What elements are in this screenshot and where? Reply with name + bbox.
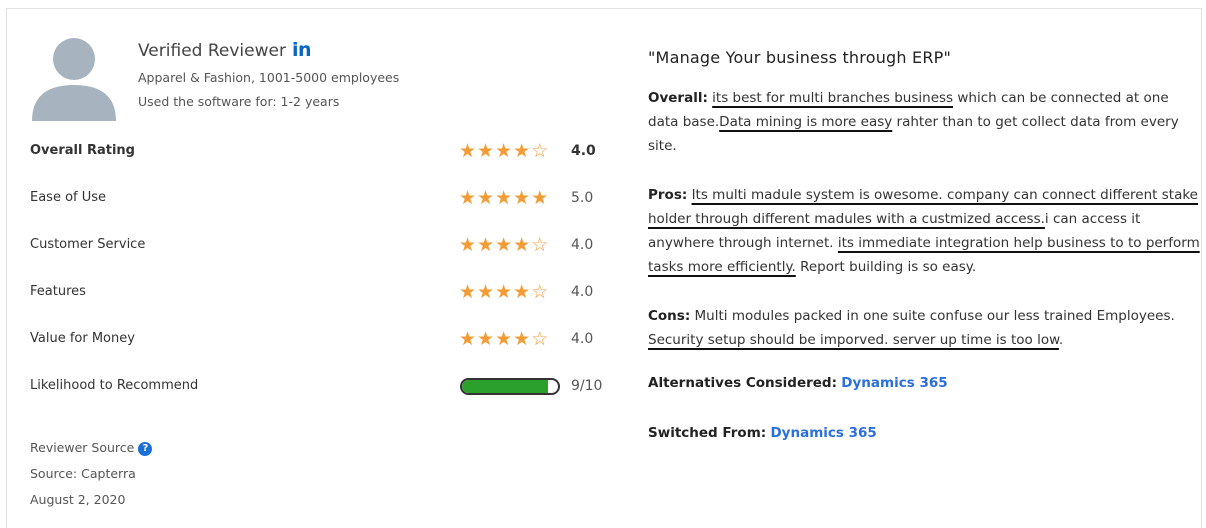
cons-label: Cons: <box>648 308 691 324</box>
recommend-bar-fill <box>462 380 549 393</box>
reviewer-usage: Used the software for: 1-2 years <box>138 94 340 109</box>
alternatives-label: Alternatives Considered: <box>648 375 837 391</box>
star-filled-icon: ★ <box>477 328 496 350</box>
star-filled-icon: ★ <box>477 140 496 162</box>
star-filled-icon: ★ <box>477 281 496 303</box>
underlined-text: Security setup should be imporved. serve… <box>648 332 1059 348</box>
switched-label: Switched From: <box>648 425 767 441</box>
rating-label: Value for Money <box>30 331 135 346</box>
reviewer-name: Verified Reviewer in <box>138 39 312 61</box>
reviewer-source-label: Reviewer Source <box>30 440 135 455</box>
star-filled-icon: ★ <box>495 140 514 162</box>
rating-label: Customer Service <box>30 237 146 252</box>
rating-row-ease-of-use: Ease of Use ★★★★★ 5.0 <box>30 187 600 209</box>
text-segment: . <box>1058 332 1064 348</box>
star-filled-icon: ★ <box>459 281 478 303</box>
alternatives-link[interactable]: Dynamics 365 <box>841 375 947 391</box>
rating-label: Overall Rating <box>30 143 135 158</box>
star-filled-icon: ★ <box>495 328 514 350</box>
rating-label: Ease of Use <box>30 190 107 205</box>
recommend-label: Likelihood to Recommend <box>30 378 199 393</box>
review-date: August 2, 2020 <box>30 492 126 507</box>
rating-score: 4.0 <box>571 331 594 347</box>
reviewer-name-text: Verified Reviewer <box>138 41 286 61</box>
rating-row-recommend: Likelihood to Recommend 9/10 <box>30 375 603 397</box>
review-card: Verified Reviewer in Apparel & Fashion, 1… <box>6 8 1202 528</box>
text-segment: Report building is so easy. <box>795 259 977 275</box>
star-filled-icon: ★ <box>495 281 514 303</box>
help-icon[interactable]: ? <box>138 442 153 456</box>
rating-stars: ★★★★☆ <box>459 140 549 162</box>
cons-text: Multi modules packed in one suite confus… <box>648 308 1175 348</box>
star-empty-icon: ☆ <box>531 140 550 162</box>
star-empty-icon: ☆ <box>531 234 550 256</box>
recommend-score: 9/10 <box>571 378 603 394</box>
pros-text: Its multi madule system is owesome. comp… <box>648 187 1200 275</box>
avatar <box>32 38 116 121</box>
star-filled-icon: ★ <box>477 234 496 256</box>
reviewer-industry: Apparel & Fashion, 1001-5000 employees <box>138 70 400 85</box>
star-filled-icon: ★ <box>531 187 550 209</box>
review-title: "Manage Your business through ERP" <box>648 48 952 67</box>
rating-stars: ★★★★☆ <box>459 234 549 256</box>
underlined-text: its best for multi branches business <box>712 90 954 106</box>
linkedin-icon[interactable]: in <box>292 39 312 61</box>
rating-score: 4.0 <box>571 237 594 253</box>
star-filled-icon: ★ <box>459 234 478 256</box>
star-filled-icon: ★ <box>513 281 532 303</box>
rating-stars: ★★★★☆ <box>459 281 549 303</box>
reviewer-source: Reviewer Source? <box>30 440 153 456</box>
rating-row-features: Features ★★★★☆ 4.0 <box>30 281 600 303</box>
rating-row-customer-service: Customer Service ★★★★☆ 4.0 <box>30 234 600 256</box>
star-filled-icon: ★ <box>459 328 478 350</box>
rating-stars: ★★★★★ <box>459 187 549 209</box>
switched-link[interactable]: Dynamics 365 <box>770 425 876 441</box>
star-filled-icon: ★ <box>513 187 532 209</box>
star-filled-icon: ★ <box>513 328 532 350</box>
text-segment: Multi modules packed in one suite confus… <box>694 308 1175 324</box>
star-filled-icon: ★ <box>459 187 478 209</box>
star-empty-icon: ☆ <box>531 328 550 350</box>
alternatives-section: Alternatives Considered: Dynamics 365 <box>648 371 1203 395</box>
cons-section: Cons: Multi modules packed in one suite … <box>648 304 1203 352</box>
rating-score: 4.0 <box>571 143 596 159</box>
pros-section: Pros: Its multi madule system is owesome… <box>648 183 1203 279</box>
star-filled-icon: ★ <box>495 234 514 256</box>
overall-label: Overall: <box>648 90 708 106</box>
star-filled-icon: ★ <box>513 140 532 162</box>
star-empty-icon: ☆ <box>531 281 550 303</box>
switched-section: Switched From: Dynamics 365 <box>648 421 1203 445</box>
rating-label: Features <box>30 284 86 299</box>
star-filled-icon: ★ <box>495 187 514 209</box>
recommend-bar <box>460 378 560 395</box>
rating-score: 5.0 <box>571 190 594 206</box>
star-filled-icon: ★ <box>477 187 496 209</box>
source-text: Source: Capterra <box>30 466 136 481</box>
rating-row-value-for-money: Value for Money ★★★★☆ 4.0 <box>30 328 600 350</box>
overall-section: Overall: its best for multi branches bus… <box>648 86 1203 158</box>
star-filled-icon: ★ <box>459 140 478 162</box>
underlined-text: Data mining is more easy <box>719 114 893 130</box>
pros-label: Pros: <box>648 187 688 203</box>
star-filled-icon: ★ <box>513 234 532 256</box>
rating-score: 4.0 <box>571 284 594 300</box>
overall-text: its best for multi branches business whi… <box>648 90 1179 154</box>
rating-row-overall: Overall Rating ★★★★☆ 4.0 <box>30 140 600 162</box>
rating-stars: ★★★★☆ <box>459 328 549 350</box>
